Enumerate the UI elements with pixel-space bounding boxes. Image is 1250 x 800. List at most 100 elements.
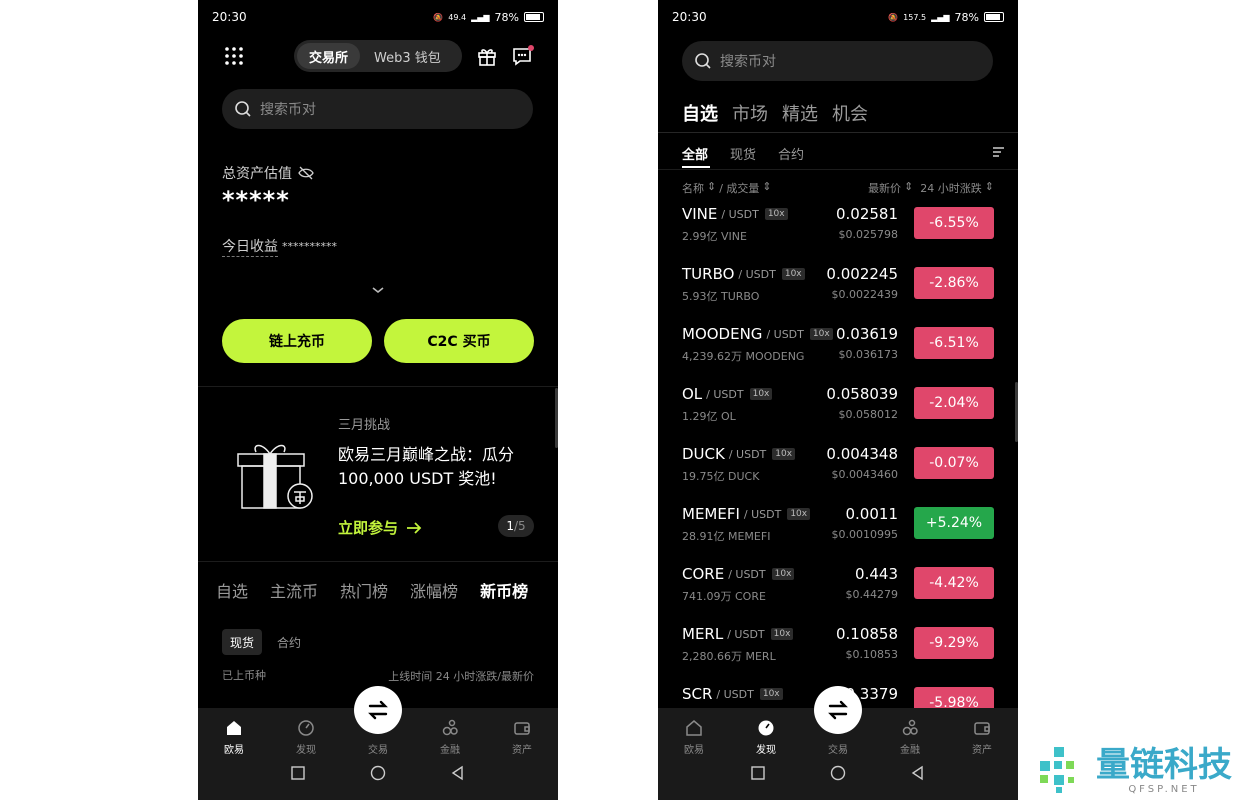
col-price-label[interactable]: 最新价 xyxy=(868,180,901,196)
seg-exchange[interactable]: 交易所 xyxy=(297,43,361,69)
pair-fiat-price: $0.0043460 xyxy=(831,468,898,481)
today-earnings-label[interactable]: 今日收益 xyxy=(222,236,278,257)
tab-hot[interactable]: 热门榜 xyxy=(340,578,388,602)
seg-web3-wallet[interactable]: Web3 钱包 xyxy=(360,47,455,66)
pair-volume: 2,280.66万 MERL xyxy=(682,650,776,663)
section-divider-2 xyxy=(198,561,558,562)
nav-discover-label: 发现 xyxy=(296,745,316,756)
nav-assets[interactable]: 资产 xyxy=(952,718,1012,756)
pair-row[interactable]: OL / USDT 10x 1.29亿 OL 0.058039 $0.058012 -2.0… xyxy=(658,385,1018,445)
market-main-tabs: 自选 市场 精选 机会 xyxy=(682,100,868,126)
pair-row[interactable]: MOODENG / USDT 10x 4,239.62万 MOODENG 0.03619… xyxy=(658,325,1018,385)
back-icon[interactable] xyxy=(450,765,466,781)
pair-change-badge[interactable]: -4.42% xyxy=(914,567,994,599)
leverage-badge: 10x xyxy=(809,328,833,340)
leverage-badge: 10x xyxy=(772,448,796,460)
subtab-all[interactable]: 全部 xyxy=(682,144,708,163)
pair-row[interactable]: VINE / USDT 10x 2.99亿 VINE 0.02581 $0.025798 -… xyxy=(658,205,1018,265)
pair-change-badge[interactable]: -6.51% xyxy=(914,327,994,359)
tab-favorites[interactable]: 自选 xyxy=(216,578,248,602)
promo-tag: 三月挑战 xyxy=(338,418,391,433)
tab-market[interactable]: 市场 xyxy=(732,100,768,126)
subtab-contract-right[interactable]: 合约 xyxy=(778,144,804,163)
pair-change-badge[interactable]: -2.04% xyxy=(914,387,994,419)
tab-featured[interactable]: 精选 xyxy=(782,100,818,126)
pair-row[interactable]: MEMEFI / USDT 10x 28.91亿 MEMEFI 0.0011 $0.001… xyxy=(658,505,1018,565)
tab-gainers[interactable]: 涨幅榜 xyxy=(410,578,458,602)
col-change-label[interactable]: 24 小时涨跌 xyxy=(920,180,982,196)
leverage-badge: 10x xyxy=(749,388,773,400)
col-header-name[interactable]: 名称 ⇕ / 成交量 ⇕ xyxy=(682,180,772,196)
promo-join-link[interactable]: 立即参与 xyxy=(338,517,422,538)
pair-base: MOODENG xyxy=(682,325,763,343)
watermark-text: 量链科技 QFSP.NET xyxy=(1096,746,1232,795)
pair-base: TURBO xyxy=(682,265,735,283)
wallet-icon xyxy=(514,722,530,735)
pair-change-badge[interactable]: -2.86% xyxy=(914,267,994,299)
tab-favorites-main[interactable]: 自选 xyxy=(682,100,718,126)
trade-fab-button[interactable] xyxy=(354,686,402,734)
tab-mainstream[interactable]: 主流币 xyxy=(270,578,318,602)
pair-base: DUCK xyxy=(682,445,725,463)
tab-new-listings[interactable]: 新币榜 xyxy=(480,578,528,602)
pair-row[interactable]: TURBO / USDT 10x 5.93亿 TURBO 0.002245 $0.0022… xyxy=(658,265,1018,325)
scroll-indicator-right xyxy=(1015,382,1018,442)
pair-row[interactable]: MERL / USDT 10x 2,280.66万 MERL 0.10858 $0.108… xyxy=(658,625,1018,685)
pair-change-badge[interactable]: -0.07% xyxy=(914,447,994,479)
home-circle-icon[interactable] xyxy=(830,765,846,781)
gift-box-illustration xyxy=(237,444,313,509)
promo-cta-label: 立即参与 xyxy=(338,519,399,537)
status-bar: 20:30 🔕 49.4 ▂▄▆ 78% xyxy=(198,0,558,34)
pair-change-badge[interactable]: -6.55% xyxy=(914,207,994,239)
pair-change-badge[interactable]: -9.29% xyxy=(914,627,994,659)
search-input-right[interactable]: 搜索币对 xyxy=(682,41,993,81)
status-time: 20:30 xyxy=(212,10,247,24)
search-input[interactable]: 搜索币对 xyxy=(222,89,533,129)
pair-row[interactable]: DUCK / USDT 10x 19.75亿 DUCK 0.004348 $0.00434… xyxy=(658,445,1018,505)
nav-finance[interactable]: 金融 xyxy=(880,718,940,756)
subtab-contract[interactable]: 合约 xyxy=(277,634,301,651)
battery-icon xyxy=(984,12,1004,22)
pair-price: 0.0011 xyxy=(845,505,899,523)
sort-menu-icon[interactable] xyxy=(992,146,1006,158)
today-earnings-row: 今日收益 ********** xyxy=(222,236,337,257)
net-speed: 49.4 xyxy=(448,12,467,22)
search-placeholder-right: 搜索币对 xyxy=(720,54,776,70)
pair-row[interactable]: CORE / USDT 10x 741.09万 CORE 0.443 $0.44279 -4… xyxy=(658,565,1018,625)
asset-value: ***** xyxy=(222,186,290,214)
subtab-spot[interactable]: 现货 xyxy=(222,629,263,655)
pair-change-badge[interactable]: +5.24% xyxy=(914,507,994,539)
pair-volume: 19.75亿 DUCK xyxy=(682,470,760,483)
net-speed-right: 157.5 xyxy=(903,12,927,22)
back-icon[interactable] xyxy=(910,765,926,781)
watermark-en: QFSP.NET xyxy=(1128,783,1200,795)
chevron-down-icon[interactable] xyxy=(371,285,385,295)
listed-coins-columns: 上线时间 24 小时涨跌/最新价 xyxy=(388,670,534,683)
nav-discover[interactable]: 发现 xyxy=(276,718,336,756)
pair-symbol: VINE / USDT 10x xyxy=(682,205,788,223)
mute-icon: 🔕 xyxy=(888,12,899,22)
nav-home[interactable]: 欧易 xyxy=(664,718,724,756)
gift-icon[interactable] xyxy=(476,45,498,67)
pair-base: SCR xyxy=(682,685,713,703)
scroll-indicator xyxy=(555,388,558,448)
eye-hide-icon[interactable] xyxy=(298,166,314,180)
leverage-badge: 10x xyxy=(781,268,805,280)
c2c-buy-button[interactable]: C2C 买币 xyxy=(384,319,534,363)
finance-icon xyxy=(442,719,458,736)
nav-finance[interactable]: 金融 xyxy=(420,718,480,756)
trade-fab-button-right[interactable] xyxy=(814,686,862,734)
nav-discover[interactable]: 发现 xyxy=(736,718,796,756)
tab-opportunity[interactable]: 机会 xyxy=(832,100,868,126)
message-icon[interactable] xyxy=(511,45,535,67)
asset-label-row: 总资产估值 xyxy=(222,163,314,183)
nav-assets[interactable]: 资产 xyxy=(492,718,552,756)
recents-icon[interactable] xyxy=(290,765,306,781)
recents-icon[interactable] xyxy=(750,765,766,781)
apps-grid-icon[interactable] xyxy=(224,46,244,66)
deposit-button[interactable]: 链上充币 xyxy=(222,319,372,363)
nav-home[interactable]: 欧易 xyxy=(204,718,264,756)
home-circle-icon[interactable] xyxy=(370,765,386,781)
subtab-spot-right[interactable]: 现货 xyxy=(730,144,756,163)
nav-assets-label: 资产 xyxy=(972,745,992,756)
